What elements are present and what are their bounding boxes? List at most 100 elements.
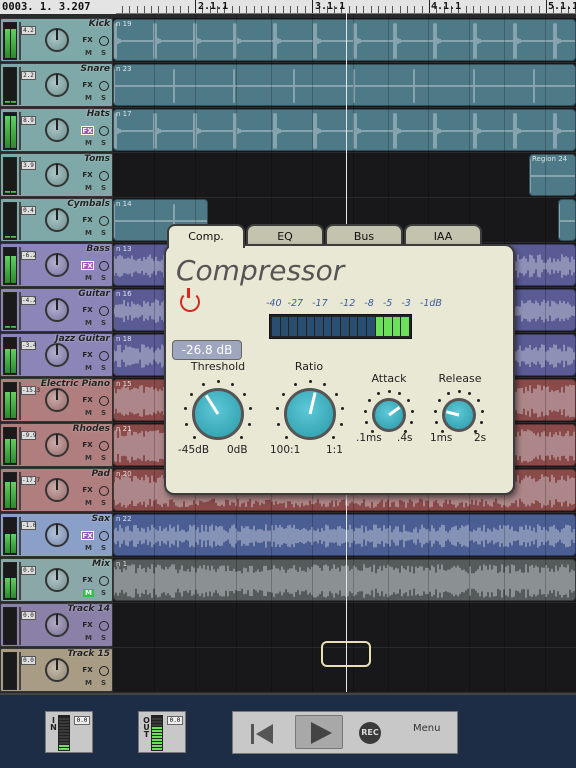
track-header[interactable]: 4.2 Kick FX M S xyxy=(0,18,113,62)
track-lane[interactable]: Region 24 xyxy=(113,153,576,197)
track-header[interactable]: 0.0 Mix FX M S xyxy=(0,558,113,602)
record-arm-button[interactable] xyxy=(99,36,109,46)
mute-button[interactable]: M xyxy=(85,319,92,327)
fx-button[interactable]: FX xyxy=(81,666,94,675)
track-header[interactable]: 0.0 Track 14 FX M S xyxy=(0,603,113,647)
tab-bus[interactable]: Bus xyxy=(325,224,403,246)
solo-button[interactable]: S xyxy=(101,544,106,552)
mute-button[interactable]: M xyxy=(85,49,92,57)
solo-button[interactable]: S xyxy=(101,364,106,372)
fx-button[interactable]: FX xyxy=(81,216,94,225)
fx-button[interactable]: FX xyxy=(81,531,94,540)
fx-button[interactable]: FX xyxy=(81,441,94,450)
audio-region[interactable] xyxy=(558,199,576,241)
mute-button[interactable]: M xyxy=(85,454,92,462)
pan-knob[interactable] xyxy=(45,253,69,277)
ratio-knob[interactable] xyxy=(284,388,336,440)
track-header[interactable]: 2.2 Snare FX M S xyxy=(0,63,113,107)
pan-knob[interactable] xyxy=(45,118,69,142)
tab-eq[interactable]: EQ xyxy=(246,224,324,246)
solo-button[interactable]: S xyxy=(101,94,106,102)
release-knob[interactable] xyxy=(442,398,476,432)
attack-knob[interactable] xyxy=(372,398,406,432)
track-header[interactable]: -1.0 Sax FX M S xyxy=(0,513,113,557)
track-header[interactable]: 0.0 Track 15 FX M S xyxy=(0,648,113,692)
track-header[interactable]: -9.9 Rhodes FX M S xyxy=(0,423,113,467)
track-header[interactable]: -6.2 Bass FX M S xyxy=(0,243,113,287)
track-header[interactable]: -3.4 Jazz Guitar FX M S xyxy=(0,333,113,377)
fx-button[interactable]: FX xyxy=(81,36,94,45)
pan-knob[interactable] xyxy=(45,28,69,52)
fx-button[interactable]: FX xyxy=(81,396,94,405)
fx-button[interactable]: FX xyxy=(81,576,94,585)
rewind-icon[interactable] xyxy=(248,720,276,748)
mute-button[interactable]: M xyxy=(85,184,92,192)
solo-button[interactable]: S xyxy=(101,454,106,462)
solo-button[interactable]: S xyxy=(101,319,106,327)
audio-region[interactable]: n 22 xyxy=(113,514,576,556)
tab-comp[interactable]: Comp. xyxy=(167,224,245,248)
solo-button[interactable]: S xyxy=(101,274,106,282)
mute-button[interactable]: M xyxy=(85,499,92,507)
mute-button[interactable]: M xyxy=(85,274,92,282)
solo-button[interactable]: S xyxy=(101,49,106,57)
threshold-knob[interactable] xyxy=(192,388,244,440)
solo-button[interactable]: S xyxy=(101,589,106,597)
track-lane[interactable]: n 19 xyxy=(113,18,576,62)
menu-button[interactable]: Menu xyxy=(413,723,440,734)
record-arm-button[interactable] xyxy=(99,81,109,91)
fx-button[interactable]: FX xyxy=(81,306,94,315)
record-arm-button[interactable] xyxy=(99,216,109,226)
track-lane[interactable]: n 23 xyxy=(113,63,576,107)
mute-button[interactable]: M xyxy=(85,679,92,687)
solo-button[interactable]: S xyxy=(101,679,106,687)
fx-button[interactable]: FX xyxy=(81,81,94,90)
audio-region[interactable]: Region 24 xyxy=(529,154,576,196)
fx-button[interactable]: FX xyxy=(81,486,94,495)
record-button[interactable]: REC xyxy=(359,722,381,744)
mute-button[interactable]: M xyxy=(85,139,92,147)
track-header[interactable]: -17.7 Pad FX M S xyxy=(0,468,113,512)
fx-button[interactable]: FX xyxy=(81,621,94,630)
audio-region[interactable]: n 23 xyxy=(113,64,576,106)
solo-button[interactable]: S xyxy=(101,229,106,237)
pan-knob[interactable] xyxy=(45,523,69,547)
output-meter-panel[interactable]: OUT 0.0 xyxy=(138,711,186,753)
mute-button[interactable]: M xyxy=(85,364,92,372)
solo-button[interactable]: S xyxy=(101,139,106,147)
fx-button[interactable]: FX xyxy=(81,126,94,135)
mute-button[interactable]: M xyxy=(85,634,92,642)
record-arm-button[interactable] xyxy=(99,531,109,541)
pan-knob[interactable] xyxy=(45,73,69,97)
fx-button[interactable]: FX xyxy=(81,351,94,360)
solo-button[interactable]: S xyxy=(101,184,106,192)
record-arm-button[interactable] xyxy=(99,261,109,271)
audio-region[interactable]: n 19 xyxy=(113,19,576,61)
track-header[interactable]: 0.4 Cymbals FX M S xyxy=(0,198,113,242)
track-header[interactable]: 3.9 Toms FX M S xyxy=(0,153,113,197)
mute-button[interactable]: M xyxy=(85,409,92,417)
playhead-marker[interactable] xyxy=(321,641,371,667)
record-arm-button[interactable] xyxy=(99,306,109,316)
solo-button[interactable]: S xyxy=(101,634,106,642)
track-lane[interactable]: n 17 xyxy=(113,108,576,152)
track-lane[interactable]: n 1 xyxy=(113,558,576,602)
pan-knob[interactable] xyxy=(45,298,69,322)
fx-button[interactable]: FX xyxy=(81,261,94,270)
pan-knob[interactable] xyxy=(45,433,69,457)
pan-knob[interactable] xyxy=(45,478,69,502)
record-arm-button[interactable] xyxy=(99,576,109,586)
record-arm-button[interactable] xyxy=(99,171,109,181)
record-arm-button[interactable] xyxy=(99,441,109,451)
track-header[interactable]: -15.3 Electric Piano FX M S xyxy=(0,378,113,422)
record-arm-button[interactable] xyxy=(99,666,109,676)
audio-region[interactable]: n 17 xyxy=(113,109,576,151)
record-arm-button[interactable] xyxy=(99,621,109,631)
play-button[interactable] xyxy=(295,715,343,749)
record-arm-button[interactable] xyxy=(99,126,109,136)
track-lane[interactable]: n 22 xyxy=(113,513,576,557)
track-header[interactable]: -4.2 Guitar FX M S xyxy=(0,288,113,332)
fx-button[interactable]: FX xyxy=(81,171,94,180)
mute-button[interactable]: M xyxy=(85,544,92,552)
mute-button[interactable]: M xyxy=(85,229,92,237)
